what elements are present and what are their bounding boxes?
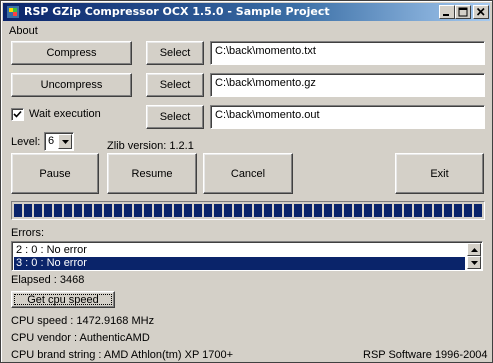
exit-button[interactable]: Exit	[395, 153, 484, 194]
main-window: RSP GZip Compressor OCX 1.5.0 - Sample P…	[0, 0, 493, 363]
wait-execution-label[interactable]: Wait execution	[29, 108, 101, 120]
level-dropdown-button[interactable]	[58, 134, 72, 149]
uncompress-button[interactable]: Uncompress	[11, 73, 132, 97]
level-label: Level:	[11, 136, 41, 148]
errors-scrollbar[interactable]	[467, 243, 481, 269]
resume-button[interactable]: Resume	[107, 153, 197, 194]
minimize-button[interactable]	[439, 5, 455, 19]
errors-list[interactable]: 2 : 0 : No error 3 : 0 : No error	[11, 241, 483, 271]
close-button[interactable]	[473, 5, 489, 19]
scroll-up-button[interactable]	[467, 243, 481, 256]
select-compress-button[interactable]: Select	[146, 41, 204, 65]
menu-about[interactable]: About	[9, 25, 38, 37]
wait-execution-checkbox[interactable]	[11, 108, 24, 121]
progress-fill	[14, 204, 482, 217]
progress-bar	[11, 201, 485, 220]
get-cpu-speed-button[interactable]: Get cpu speed	[11, 291, 115, 308]
window-title: RSP GZip Compressor OCX 1.5.0 - Sample P…	[24, 5, 330, 18]
chevron-down-icon	[62, 140, 69, 144]
errors-label: Errors:	[11, 227, 44, 239]
list-item[interactable]: 2 : 0 : No error	[14, 244, 465, 257]
compress-button[interactable]: Compress	[11, 41, 132, 65]
cpu-speed: CPU speed : 1472.9168 MHz	[11, 315, 155, 327]
maximize-button[interactable]	[455, 5, 471, 19]
cancel-button[interactable]: Cancel	[203, 153, 293, 194]
maximize-icon	[458, 7, 468, 17]
list-item[interactable]: 3 : 0 : No error	[14, 257, 465, 270]
checkmark-icon	[13, 110, 22, 118]
compress-path-input[interactable]: C:\back\momento.txt	[210, 41, 485, 65]
arrow-up-icon	[471, 248, 478, 252]
scroll-down-button[interactable]	[467, 256, 481, 269]
menu-bar: About	[3, 22, 490, 40]
title-bar[interactable]: RSP GZip Compressor OCX 1.5.0 - Sample P…	[3, 3, 490, 21]
select-uncompress-button[interactable]: Select	[146, 73, 204, 97]
cpu-brand: CPU brand string : AMD Athlon(tm) XP 170…	[11, 349, 234, 361]
minimize-icon	[443, 14, 449, 16]
close-icon	[476, 7, 485, 16]
pause-button[interactable]: Pause	[11, 153, 99, 194]
select-wait-button[interactable]: Select	[146, 105, 204, 129]
uncompress-path-input[interactable]: C:\back\momento.gz	[210, 73, 485, 97]
level-value: 6	[48, 135, 55, 147]
app-icon	[6, 5, 20, 19]
elapsed-text: Elapsed : 3468	[11, 274, 85, 286]
wait-path-input[interactable]: C:\back\momento.out	[210, 105, 485, 129]
cpu-vendor: CPU vendor : AuthenticAMD	[11, 332, 150, 344]
zlib-version: Zlib version: 1.2.1	[107, 140, 194, 152]
arrow-down-icon	[471, 261, 478, 265]
level-select[interactable]: 6	[44, 132, 74, 151]
copyright-text: RSP Software 1996-2004	[363, 349, 488, 361]
